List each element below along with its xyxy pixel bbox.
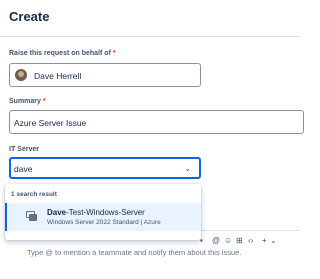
code-icon[interactable]: ‹› [248, 236, 253, 245]
modal-header: Create [0, 0, 300, 37]
mention-icon[interactable]: @ [212, 236, 220, 245]
insert-chevron-icon[interactable]: ⌄ [270, 236, 277, 245]
it-server-dropdown: 1 search result Dave-Test-Windows-Server… [5, 184, 201, 240]
server-icon [26, 211, 37, 222]
emoji-icon[interactable]: ☺ [224, 236, 232, 245]
search-result-option[interactable]: Dave-Test-Windows-Server Windows Server … [5, 203, 201, 231]
result-subtitle: Windows Server 2022 Standard | Azure [47, 219, 161, 226]
result-title: Dave-Test-Windows-Server [47, 208, 145, 217]
table-icon[interactable]: ⊞ [236, 236, 243, 245]
insert-icon[interactable]: + [262, 236, 267, 245]
on-behalf-field[interactable]: Dave Herrell [9, 63, 201, 87]
on-behalf-value: Dave Herrell [34, 71, 82, 81]
editor-placeholder[interactable]: Type @ to mention a teammate and notify … [27, 248, 241, 257]
summary-label: Summary * [9, 98, 46, 105]
it-server-query: dave [14, 164, 33, 174]
summary-field[interactable]: Azure Server Issue [9, 110, 304, 134]
avatar [15, 69, 27, 81]
summary-value: Azure Server Issue [14, 118, 87, 128]
results-count: 1 search result [11, 191, 57, 198]
it-server-search-input[interactable]: dave ⌄ [9, 157, 201, 179]
chevron-down-icon[interactable]: ⌄ [184, 164, 191, 173]
page-title: Create [9, 9, 50, 24]
on-behalf-label: Raise this request on behalf of * [9, 50, 116, 57]
it-server-label: IT Server [9, 146, 39, 153]
